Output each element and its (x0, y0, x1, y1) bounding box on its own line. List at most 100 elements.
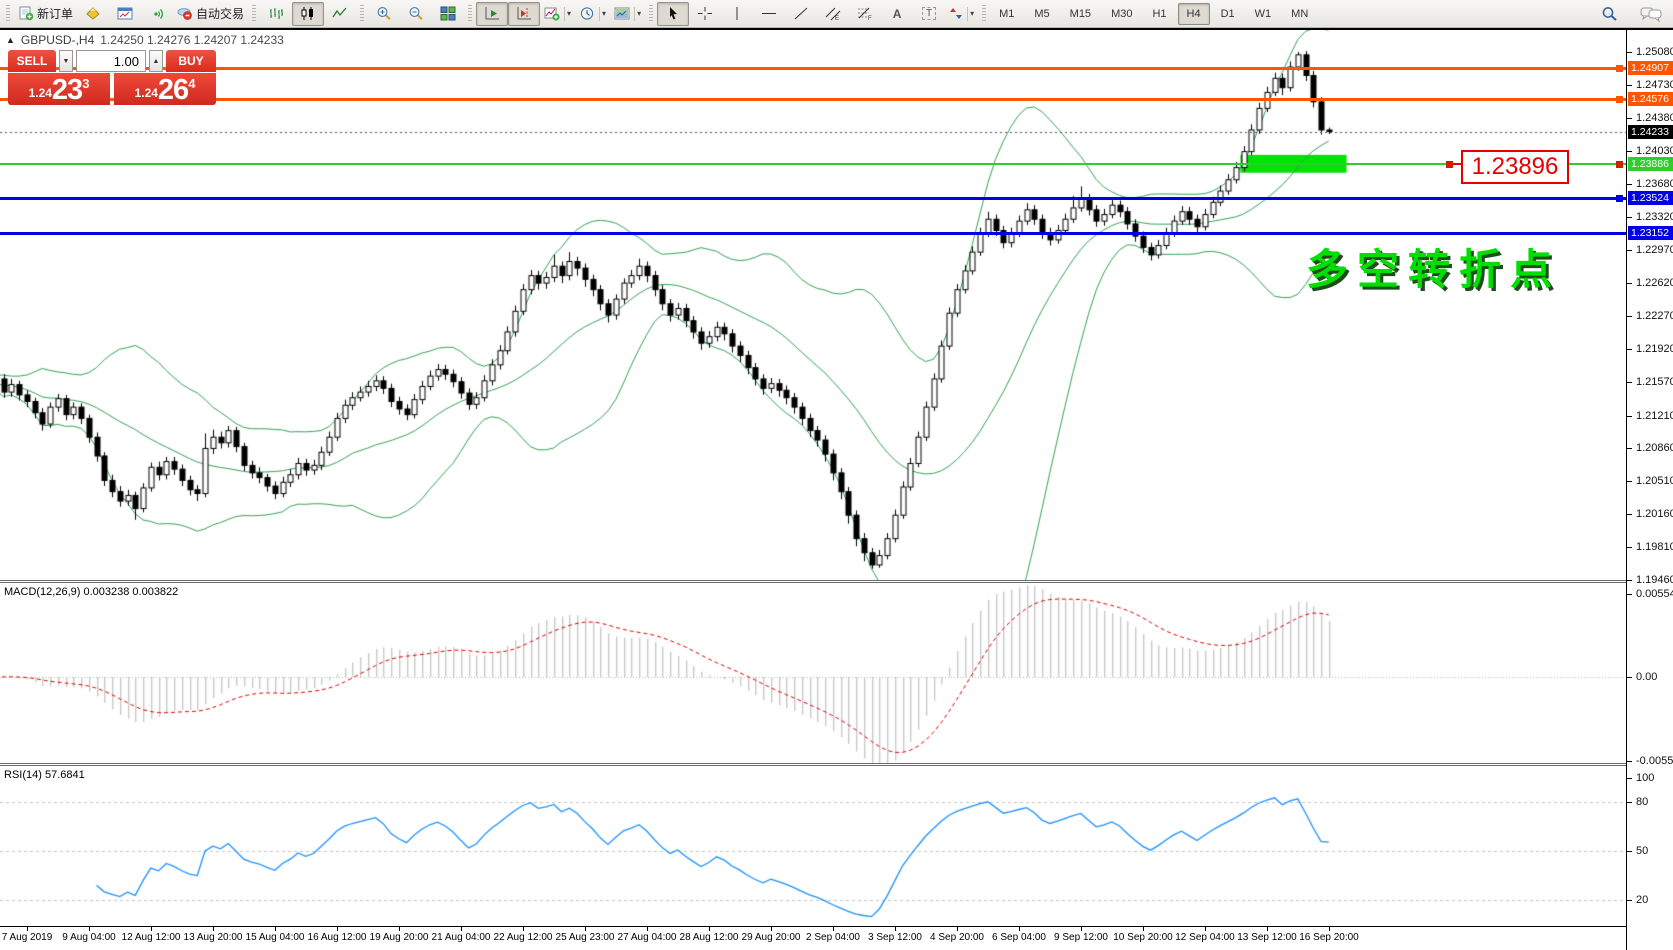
price-box-anchor[interactable] (1446, 161, 1453, 168)
chat-button[interactable] (1635, 2, 1667, 26)
arrows-icon (949, 6, 963, 21)
line-anchor-marker[interactable] (1616, 161, 1623, 168)
macd-pane-canvas[interactable] (0, 583, 1626, 763)
zoom-in-button[interactable] (368, 2, 400, 26)
channel-icon: E (825, 6, 841, 21)
chevron-down-icon: ▾ (599, 7, 606, 21)
signal-icon (149, 6, 165, 21)
timeframe-button-W1[interactable]: W1 (1246, 3, 1281, 25)
price-axis-tick: 1.23680 (1627, 178, 1673, 190)
sell-button[interactable]: SELL (8, 50, 56, 72)
trendline-icon (793, 6, 809, 21)
toolbar-grip[interactable] (649, 5, 653, 23)
time-axis-tick (337, 927, 338, 931)
sell-price-display[interactable]: 1.24233 (8, 73, 110, 105)
horizontal-level-line-1.24576[interactable] (0, 98, 1626, 101)
horizontal-level-line-1.24907[interactable] (0, 67, 1626, 70)
rsi-pane-canvas[interactable] (0, 766, 1626, 926)
svg-text:E: E (835, 16, 839, 21)
autotrading-button[interactable]: 自动交易 (173, 2, 248, 26)
tile-windows-button[interactable] (432, 2, 464, 26)
time-axis-tick (585, 927, 586, 931)
line-anchor-marker[interactable] (1616, 195, 1623, 202)
timeframe-button-MN[interactable]: MN (1282, 3, 1317, 25)
one-click-trading-panel: SELL ▼ ▲ BUY 1.24233 1.24264 (8, 50, 216, 105)
chart-shift-button[interactable] (508, 2, 540, 26)
channel-button[interactable]: E (817, 2, 849, 26)
text-label-button[interactable]: T (913, 2, 945, 26)
timeframe-button-M5[interactable]: M5 (1025, 3, 1058, 25)
pane-separator[interactable] (0, 763, 1673, 766)
zoom-out-button[interactable] (400, 2, 432, 26)
buy-price-display[interactable]: 1.24264 (114, 73, 216, 105)
signal-button[interactable] (141, 2, 173, 26)
toolbar-grip[interactable] (6, 5, 10, 23)
crosshair-button[interactable] (689, 2, 721, 26)
gold-icon (85, 6, 101, 21)
fibonacci-button[interactable]: F (849, 2, 881, 26)
timeframe-button-D1[interactable]: D1 (1212, 3, 1244, 25)
text-button[interactable]: A (881, 2, 913, 26)
arrows-button[interactable]: ▾ (945, 2, 978, 26)
chart-window-icon (117, 6, 133, 21)
price-axis-tick: 1.23320 (1627, 211, 1673, 223)
price-tag-current: 1.24233 (1628, 125, 1673, 139)
search-button[interactable] (1593, 2, 1625, 26)
line-anchor-marker[interactable] (1616, 65, 1623, 72)
indicators-button[interactable]: ▾ (540, 2, 575, 26)
new-order-button[interactable]: 新订单 (14, 2, 77, 26)
auto-scroll-button[interactable] (476, 2, 508, 26)
vertical-line-button[interactable] (721, 2, 753, 26)
main-chart-canvas[interactable] (0, 30, 1626, 580)
toolbar-grip[interactable] (982, 5, 986, 23)
timeframe-button-M1[interactable]: M1 (990, 3, 1023, 25)
buy-price-prefix: 1.24 (135, 86, 158, 100)
chart-annotation-text[interactable]: 多空转折点 (1306, 236, 1561, 297)
collapse-panel-icon[interactable]: ▲ (6, 35, 15, 45)
chevron-down-icon: ▾ (634, 7, 641, 21)
volume-input[interactable] (76, 50, 146, 72)
template-button[interactable]: ▾ (610, 2, 645, 26)
cursor-button[interactable] (657, 2, 689, 26)
time-axis-tick (213, 927, 214, 931)
chevron-down-icon: ▾ (967, 7, 974, 21)
time-axis-tick (833, 927, 834, 931)
new-order-label: 新订单 (37, 5, 73, 22)
price-axis[interactable]: 1.250801.247301.243801.240301.236801.233… (1626, 30, 1673, 950)
periods-clock-icon (579, 6, 595, 21)
volume-increase-button[interactable]: ▲ (149, 50, 163, 72)
pane-separator[interactable] (0, 580, 1673, 583)
price-tag-level: 1.23886 (1628, 157, 1673, 171)
new-order-icon (18, 6, 34, 21)
buy-button[interactable]: BUY (166, 50, 216, 72)
horizontal-line-button[interactable] (753, 2, 785, 26)
toolbar-grip[interactable] (360, 5, 364, 23)
toolbar-grip[interactable] (252, 5, 256, 23)
timeframe-button-H1[interactable]: H1 (1143, 3, 1175, 25)
timeframe-button-H4[interactable]: H4 (1178, 3, 1210, 25)
horizontal-level-line-1.23886[interactable] (0, 163, 1626, 165)
periods-button[interactable]: ▾ (575, 2, 610, 26)
toolbar-grip[interactable] (468, 5, 472, 23)
buy-price-pipette: 4 (188, 76, 195, 91)
time-axis-tick (1019, 927, 1020, 931)
gold-button[interactable] (77, 2, 109, 26)
time-axis-label: 13 Sep 12:00 (1237, 932, 1297, 943)
horizontal-level-line-1.23524[interactable] (0, 197, 1626, 200)
timeframe-button-M30[interactable]: M30 (1102, 3, 1141, 25)
horizontal-level-line-1.23152[interactable] (0, 232, 1626, 235)
price-annotation-box[interactable]: 1.23896 (1461, 150, 1569, 184)
volume-decrease-button[interactable]: ▼ (59, 50, 73, 72)
line-chart-button[interactable] (324, 2, 356, 26)
price-axis-tick: 1.25080 (1627, 46, 1673, 58)
auto-scroll-icon (484, 6, 500, 21)
line-anchor-marker[interactable] (1616, 96, 1623, 103)
chart-window-button[interactable] (109, 2, 141, 26)
candlestick-button[interactable] (292, 2, 324, 26)
timeframe-group: M1M5M15M30H1H4D1W1MN (990, 3, 1317, 25)
timeframe-button-M15[interactable]: M15 (1061, 3, 1100, 25)
trendline-button[interactable] (785, 2, 817, 26)
bar-chart-button[interactable] (260, 2, 292, 26)
price-axis-tick: 1.24030 (1627, 145, 1673, 157)
time-axis-separator (0, 926, 1673, 927)
